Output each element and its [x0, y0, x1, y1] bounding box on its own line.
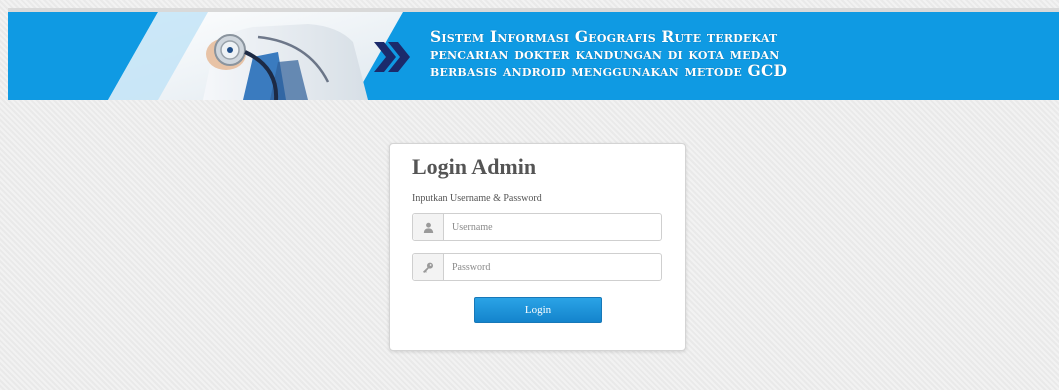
doctor-stethoscope-banner — [108, 12, 410, 100]
key-icon — [413, 254, 444, 280]
user-icon — [413, 214, 444, 240]
header-title: Sistem Informasi Geografis Rute terdekat… — [430, 28, 787, 79]
login-card: Login Admin Inputkan Username & Password… — [389, 143, 686, 351]
login-subtitle: Inputkan Username & Password — [412, 193, 542, 204]
username-input[interactable] — [444, 214, 661, 240]
password-input[interactable] — [444, 254, 661, 280]
username-field-group — [412, 213, 662, 241]
login-button[interactable]: Login — [474, 297, 602, 323]
password-field-group — [412, 253, 662, 281]
double-chevron-right-icon — [374, 42, 410, 72]
header-title-line-3: berbasis android menggunakan metode GCD — [430, 61, 788, 80]
header-title-line-2: pencarian dokter kandungan di kota medan — [430, 44, 780, 63]
header-title-line-1: Sistem Informasi Geografis Rute terdekat — [430, 27, 778, 46]
login-title: Login Admin — [412, 154, 537, 179]
site-header: Sistem Informasi Geografis Rute terdekat… — [8, 12, 1059, 100]
